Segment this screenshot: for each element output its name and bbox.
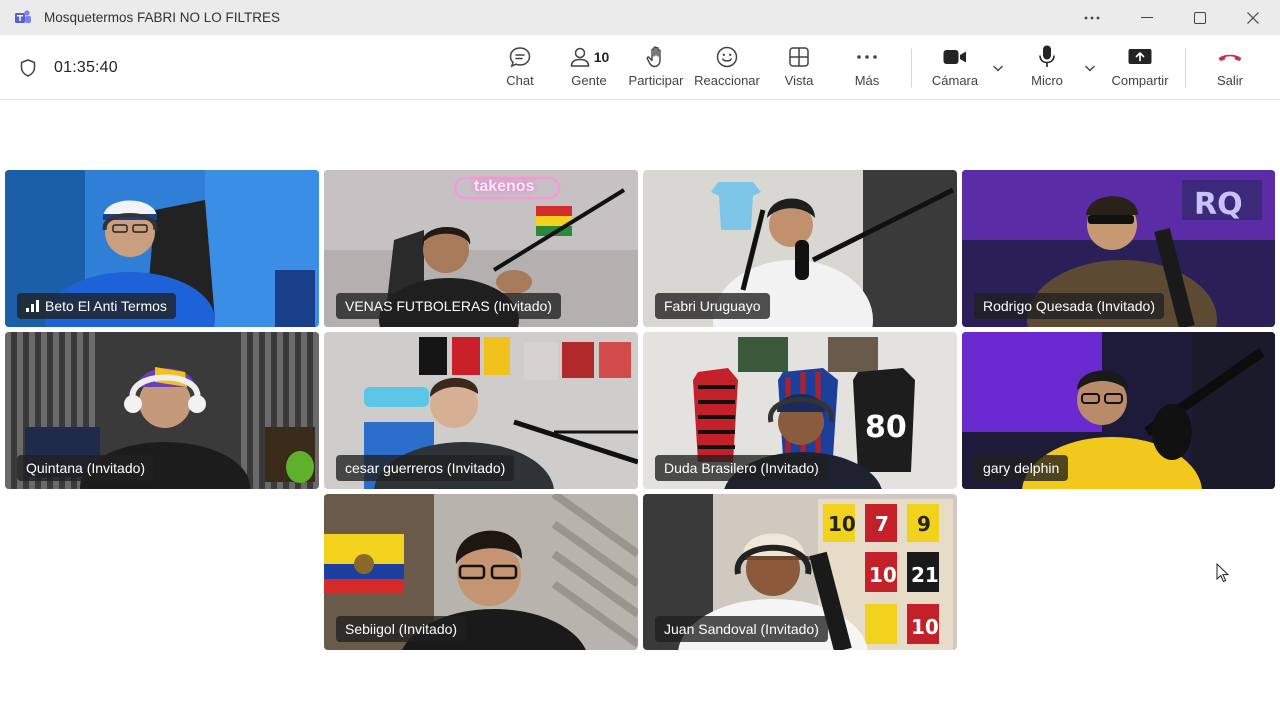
leave-button[interactable]: Salir (1210, 43, 1250, 95)
participant-name: VENAS FUTBOLERAS (Invitado) (345, 298, 552, 314)
svg-text:80: 80 (865, 410, 907, 445)
participant-tile[interactable]: gary delphin (962, 332, 1275, 489)
title-bar: Mosquetermos FABRI NO LO FILTRES (0, 0, 1280, 35)
toolbar-divider (911, 49, 912, 87)
smiley-icon (716, 46, 738, 68)
camera-label: Cámara (931, 73, 979, 88)
participant-tile[interactable]: 80 Duda Brasilero (Invitado) (643, 332, 957, 489)
raise-hand-button[interactable]: Participar (627, 43, 685, 95)
svg-text:10: 10 (869, 563, 897, 587)
participant-name: Beto El Anti Termos (45, 298, 167, 314)
maximize-icon (1194, 11, 1206, 24)
participant-name-tag: Duda Brasilero (Invitado) (655, 455, 828, 481)
toolbar-divider (1185, 49, 1186, 87)
view-label: Vista (784, 73, 814, 88)
svg-text:10: 10 (828, 512, 856, 536)
teams-logo-icon (15, 10, 31, 23)
react-label: Reaccionar (694, 73, 760, 88)
svg-text:RQ: RQ (1194, 187, 1243, 222)
microphone-icon (1039, 45, 1055, 67)
participant-name-tag: Sebiigol (Invitado) (336, 616, 467, 642)
react-button[interactable]: Reaccionar (694, 43, 760, 95)
raise-hand-label: Participar (628, 73, 684, 88)
minimize-icon (1141, 16, 1153, 18)
leave-label: Salir (1216, 73, 1243, 88)
camera-button[interactable]: Cámara (930, 43, 980, 95)
chat-icon (509, 47, 531, 68)
participant-tile[interactable]: cesar guerreros (Invitado) (324, 332, 638, 489)
share-button[interactable]: Compartir (1108, 43, 1172, 95)
meeting-toolbar: 01:35:40 Chat 10 Gente Participar Reacci… (0, 35, 1280, 100)
mouse-cursor-icon (1216, 563, 1230, 583)
participant-name: Rodrigo Quesada (Invitado) (983, 298, 1155, 314)
camera-options-chevron-icon[interactable] (991, 61, 1005, 75)
participant-tile[interactable]: Sebiigol (Invitado) (324, 494, 638, 650)
more-label: Más (854, 73, 880, 88)
mic-label: Micro (1031, 73, 1063, 88)
participant-tile[interactable]: Beto El Anti Termos (5, 170, 319, 327)
mic-options-chevron-icon[interactable] (1083, 61, 1097, 75)
grid-view-icon (789, 47, 809, 67)
hand-icon (646, 46, 661, 68)
more-button[interactable]: Más (847, 43, 887, 95)
close-icon (1247, 11, 1259, 24)
svg-text:7: 7 (875, 512, 889, 536)
participant-name-tag: Quintana (Invitado) (17, 455, 155, 481)
mic-button[interactable]: Micro (1027, 43, 1067, 95)
chat-label: Chat (506, 73, 534, 88)
shield-icon[interactable] (18, 58, 38, 78)
svg-text:21: 21 (911, 563, 939, 587)
hang-up-icon (1218, 54, 1242, 61)
close-button[interactable] (1229, 0, 1277, 35)
participant-tile[interactable]: takenos VENAS FUTBOLERAS (Invitado) (324, 170, 638, 327)
ellipsis-icon (1084, 16, 1100, 19)
more-options-button[interactable] (1068, 0, 1116, 35)
participant-name: Fabri Uruguayo (664, 298, 761, 314)
participant-name-tag: Beto El Anti Termos (17, 293, 176, 319)
people-button[interactable]: 10 Gente (566, 43, 612, 95)
people-icon (570, 47, 589, 67)
participant-name: Duda Brasilero (Invitado) (664, 460, 819, 476)
svg-text:9: 9 (917, 512, 931, 536)
view-button[interactable]: Vista (779, 43, 819, 95)
maximize-button[interactable] (1176, 0, 1224, 35)
participant-name-tag: VENAS FUTBOLERAS (Invitado) (336, 293, 561, 319)
minimize-button[interactable] (1123, 0, 1171, 35)
participant-name-tag: Fabri Uruguayo (655, 293, 770, 319)
participant-name: gary delphin (983, 460, 1060, 476)
participant-name-tag: cesar guerreros (Invitado) (336, 455, 515, 481)
participant-tile[interactable]: Quintana (Invitado) (5, 332, 319, 489)
participant-name: Juan Sandoval (Invitado) (664, 621, 819, 637)
svg-text:10: 10 (911, 615, 939, 639)
window-title: Mosquetermos FABRI NO LO FILTRES (44, 10, 281, 25)
people-count: 10 (593, 49, 610, 65)
signal-strength-icon (26, 300, 39, 312)
share-label: Compartir (1111, 73, 1169, 88)
participant-tile[interactable]: RQ Rodrigo Quesada (Invitado) (962, 170, 1275, 327)
meeting-timer: 01:35:40 (54, 59, 118, 76)
participant-name: cesar guerreros (Invitado) (345, 460, 506, 476)
participant-name: Quintana (Invitado) (26, 460, 146, 476)
chat-button[interactable]: Chat (500, 43, 540, 95)
participant-name-tag: gary delphin (974, 455, 1069, 481)
neon-sign-text: takenos (474, 178, 535, 195)
participant-name: Sebiigol (Invitado) (345, 621, 458, 637)
share-screen-icon (1128, 49, 1152, 64)
participant-tile[interactable]: 10 7 9 10 21 10 Juan Sandoval (Invitado) (643, 494, 957, 650)
more-icon (857, 55, 877, 59)
people-label: Gente (571, 73, 607, 88)
participant-name-tag: Juan Sandoval (Invitado) (655, 616, 828, 642)
participant-tile[interactable]: Fabri Uruguayo (643, 170, 957, 327)
video-camera-icon (943, 50, 966, 64)
participant-name-tag: Rodrigo Quesada (Invitado) (974, 293, 1164, 319)
